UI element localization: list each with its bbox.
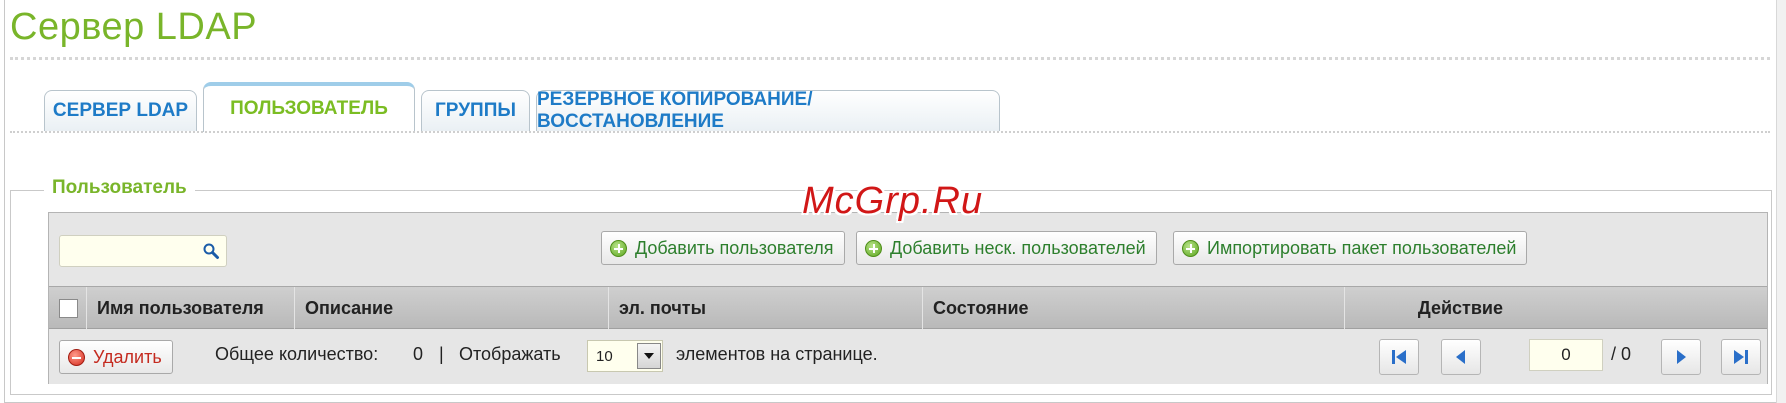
prev-page-icon bbox=[1456, 350, 1465, 364]
page-number-input[interactable] bbox=[1529, 339, 1603, 371]
select-all-cell bbox=[49, 287, 87, 329]
add-circle-icon bbox=[1182, 239, 1199, 257]
tab-backup-restore[interactable]: РЕЗЕРВНОЕ КОПИРОВАНИЕ/ВОССТАНОВЛЕНИЕ bbox=[536, 89, 1000, 132]
tabs-divider bbox=[10, 131, 1770, 133]
total-pages: / 0 bbox=[1611, 344, 1632, 364]
first-page-icon bbox=[1392, 350, 1406, 364]
add-circle-icon bbox=[610, 239, 627, 257]
column-status[interactable]: Состояние bbox=[923, 287, 1345, 329]
add-multiple-users-button[interactable]: Добавить неск. пользователей bbox=[856, 231, 1157, 265]
add-multiple-label: Добавить неск. пользователей bbox=[890, 237, 1146, 258]
total-count-value: 0 bbox=[413, 344, 424, 364]
watermark-text: McGrp.Ru bbox=[802, 180, 984, 222]
tab-groups[interactable]: ГРУППЫ bbox=[421, 90, 530, 131]
per-page-value: 10 bbox=[596, 347, 613, 365]
per-page-select[interactable]: 10 bbox=[587, 340, 663, 372]
next-page-icon bbox=[1677, 350, 1686, 364]
add-circle-icon bbox=[865, 239, 882, 257]
delete-button[interactable]: Удалить bbox=[59, 340, 173, 374]
search-icon[interactable] bbox=[202, 242, 220, 260]
column-action: Действие bbox=[1417, 297, 1503, 318]
import-batch-label: Импортировать пакет пользователей bbox=[1207, 237, 1517, 258]
column-email[interactable]: эл. почты bbox=[609, 287, 923, 329]
per-page-suffix: элементов на странице. bbox=[676, 344, 878, 364]
search-box bbox=[59, 235, 227, 267]
tab-user[interactable]: ПОЛЬЗОВАТЕЛЬ bbox=[203, 82, 415, 132]
last-page-button[interactable] bbox=[1721, 339, 1761, 375]
next-page-button[interactable] bbox=[1661, 339, 1701, 375]
show-label: Отображать bbox=[459, 344, 561, 364]
import-batch-button[interactable]: Импортировать пакет пользователей bbox=[1173, 231, 1528, 265]
first-page-button[interactable] bbox=[1379, 339, 1419, 375]
grid-toolbar: Добавить пользователя Добавить неск. пол… bbox=[49, 213, 1767, 286]
search-input[interactable] bbox=[60, 236, 200, 266]
table-header: Имя пользователя Описание эл. почты Сост… bbox=[49, 286, 1767, 329]
column-username[interactable]: Имя пользователя bbox=[87, 287, 295, 329]
vertical-scrollbar[interactable] bbox=[1776, 0, 1786, 403]
select-all-checkbox[interactable] bbox=[59, 298, 78, 318]
total-count-label: Общее количество: bbox=[215, 344, 379, 364]
dropdown-arrow-icon[interactable] bbox=[637, 343, 661, 369]
delete-circle-icon bbox=[68, 348, 85, 366]
add-user-button[interactable]: Добавить пользователя bbox=[601, 231, 845, 265]
title-divider bbox=[10, 57, 1770, 60]
grid-footer: Удалить Общее количество: 0 | Отображать… bbox=[49, 329, 1767, 384]
last-page-icon bbox=[1734, 350, 1748, 364]
user-grid-panel: Добавить пользователя Добавить неск. пол… bbox=[48, 212, 1768, 384]
add-user-label: Добавить пользователя bbox=[635, 237, 834, 258]
delete-label: Удалить bbox=[93, 346, 162, 367]
prev-page-button[interactable] bbox=[1441, 339, 1481, 375]
footer-separator: | bbox=[439, 344, 444, 364]
tab-ldap-server[interactable]: СЕРВЕР LDAP bbox=[44, 90, 197, 131]
section-legend: Пользователь bbox=[44, 177, 195, 199]
page-title: Сервер LDAP bbox=[10, 6, 258, 48]
column-description[interactable]: Описание bbox=[295, 287, 609, 329]
